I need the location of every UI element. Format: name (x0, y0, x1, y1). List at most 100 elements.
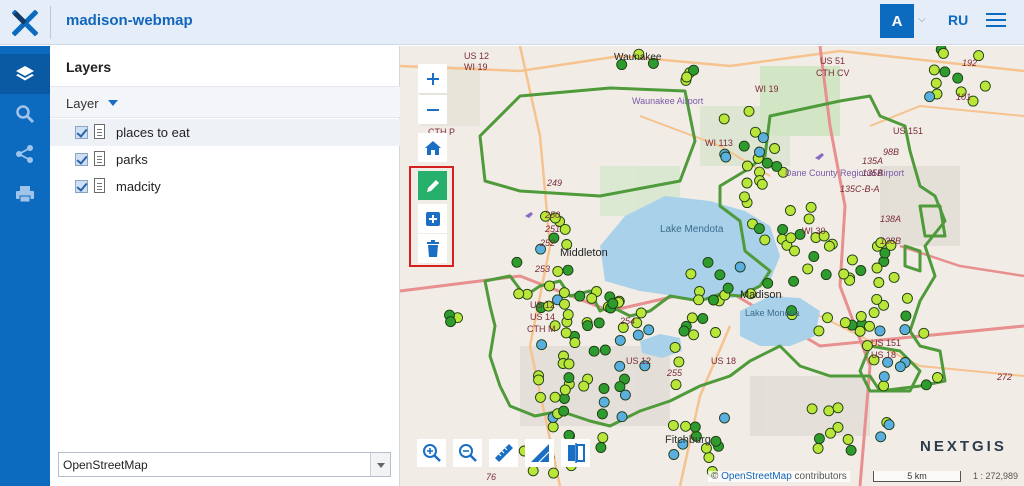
map-point[interactable] (563, 358, 575, 370)
map-point[interactable] (552, 265, 564, 277)
map-point[interactable] (802, 263, 814, 275)
map-point[interactable] (757, 132, 769, 144)
layer-row-madcity[interactable]: madcity (50, 173, 400, 200)
map-point[interactable] (685, 268, 697, 280)
map-point[interactable] (901, 292, 913, 304)
map-point[interactable] (533, 374, 545, 386)
map-point[interactable] (708, 294, 719, 306)
map-view[interactable]: Waunakee Waunakee Airport Lake Mendota L… (400, 46, 1024, 486)
map-point[interactable] (720, 151, 732, 163)
sort-caret-icon[interactable] (108, 100, 118, 106)
map-point[interactable] (598, 383, 610, 394)
layer-column-header[interactable]: Layer (50, 87, 400, 118)
map-point[interactable] (952, 72, 964, 84)
map-point[interactable] (607, 298, 619, 309)
map-point[interactable] (741, 177, 753, 189)
map-point[interactable] (680, 420, 692, 432)
map-point[interactable] (823, 405, 835, 417)
map-point[interactable] (854, 325, 866, 337)
map-point[interactable] (822, 312, 833, 324)
map-point[interactable] (527, 465, 539, 477)
osm-link[interactable]: OpenStreetMap (721, 471, 792, 482)
zoom-in-button[interactable] (418, 64, 447, 93)
map-point[interactable] (868, 307, 880, 319)
app-title[interactable]: madison-webmap (66, 12, 193, 29)
map-point[interactable] (771, 160, 783, 172)
map-point[interactable] (874, 325, 886, 337)
print-tool[interactable] (0, 174, 50, 214)
map-point[interactable] (864, 320, 875, 332)
map-point[interactable] (582, 320, 594, 332)
map-point[interactable] (596, 408, 608, 420)
map-point[interactable] (875, 431, 887, 443)
map-point[interactable] (739, 191, 750, 203)
map-point[interactable] (932, 372, 943, 383)
map-point[interactable] (619, 389, 631, 401)
map-point[interactable] (513, 288, 525, 300)
map-point[interactable] (558, 405, 570, 417)
map-point[interactable] (563, 372, 575, 384)
map-point[interactable] (845, 444, 857, 456)
zoom-out-button[interactable] (418, 95, 447, 124)
map-point[interactable] (595, 442, 607, 453)
map-point[interactable] (670, 379, 682, 391)
map-point[interactable] (559, 384, 571, 396)
map-point[interactable] (756, 178, 768, 190)
map-point[interactable] (593, 317, 605, 329)
map-point[interactable] (789, 245, 800, 257)
map-point[interactable] (832, 421, 844, 433)
map-point[interactable] (899, 324, 911, 336)
map-point[interactable] (562, 264, 574, 276)
map-point[interactable] (722, 282, 734, 294)
layer-checkbox[interactable] (75, 153, 88, 166)
map-point[interactable] (813, 433, 825, 445)
map-point[interactable] (714, 269, 726, 281)
map-point[interactable] (544, 280, 555, 292)
map-point[interactable] (883, 419, 895, 431)
map-point[interactable] (688, 329, 700, 341)
map-point[interactable] (754, 146, 765, 158)
map-point[interactable] (703, 452, 715, 463)
map-point[interactable] (668, 449, 680, 460)
map-point[interactable] (894, 361, 906, 373)
map-point[interactable] (803, 213, 815, 225)
map-point[interactable] (667, 419, 679, 431)
map-point[interactable] (785, 232, 797, 244)
map-point[interactable] (846, 254, 858, 266)
swipe-compare-button[interactable] (561, 439, 590, 467)
map-point[interactable] (741, 160, 753, 172)
map-point[interactable] (924, 91, 936, 103)
map-point[interactable] (838, 268, 850, 280)
map-point[interactable] (878, 371, 890, 383)
map-point[interactable] (598, 396, 610, 408)
map-point[interactable] (588, 345, 600, 357)
map-point[interactable] (777, 223, 789, 235)
map-point[interactable] (871, 262, 883, 274)
map-point[interactable] (710, 327, 721, 338)
layer-row-places-to-eat[interactable]: places to eat (50, 119, 400, 146)
map-point[interactable] (762, 277, 774, 289)
zoom-in-rect-button[interactable] (417, 439, 446, 467)
map-point[interactable] (686, 312, 698, 324)
map-point[interactable] (839, 317, 851, 329)
map-point[interactable] (812, 442, 824, 454)
map-point[interactable] (693, 294, 705, 306)
map-point[interactable] (738, 140, 750, 152)
map-canvas[interactable]: Waunakee Waunakee Airport Lake Mendota L… (400, 46, 1024, 486)
map-point[interactable] (535, 391, 546, 403)
nextgis-brand[interactable]: NEXTGIS (920, 438, 1007, 455)
map-point[interactable] (635, 307, 647, 319)
map-point[interactable] (873, 277, 885, 288)
share-tool[interactable] (0, 134, 50, 174)
map-point[interactable] (871, 293, 883, 305)
map-point[interactable] (823, 240, 835, 252)
map-point[interactable] (597, 432, 609, 444)
map-point[interactable] (784, 205, 796, 216)
map-point[interactable] (718, 113, 730, 125)
map-point[interactable] (855, 265, 867, 276)
layers-tool[interactable] (0, 54, 50, 94)
map-point[interactable] (548, 467, 559, 479)
map-point[interactable] (616, 411, 628, 423)
map-point[interactable] (547, 421, 559, 433)
map-point[interactable] (878, 380, 890, 392)
